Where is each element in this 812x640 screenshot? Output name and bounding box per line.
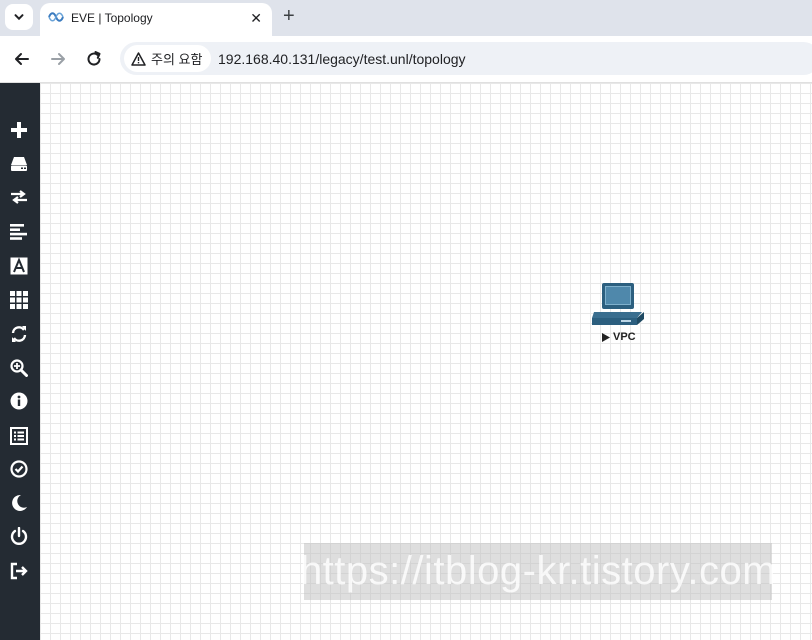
topology-node-vpc[interactable]: VPC [591, 280, 651, 346]
security-chip[interactable]: 주의 요함 [124, 45, 212, 72]
hdd-icon [11, 157, 27, 171]
sidebar-item-close-lab[interactable] [9, 526, 29, 546]
new-tab-button[interactable]: + [283, 6, 295, 26]
watermark: https://itblog-kr.tistory.com [300, 543, 776, 600]
info-icon [10, 392, 28, 410]
browser-toolbar: 주의 요함 192.168.40.131/legacy/test.unl/top… [0, 36, 812, 83]
warning-icon [131, 51, 146, 66]
back-arrow-icon[interactable] [12, 49, 32, 69]
eve-logo-icon [48, 12, 64, 22]
tab-search-button[interactable] [5, 4, 33, 30]
sidebar-item-nodes[interactable] [9, 154, 29, 174]
tab-close-button[interactable]: ✕ [250, 10, 262, 27]
browser-tab[interactable]: EVE | Topology ✕ [40, 3, 272, 36]
zoom-in-icon [10, 359, 28, 377]
sidebar-item-add-object[interactable] [9, 120, 29, 140]
sidebar-item-lock-lab[interactable] [9, 459, 29, 479]
tab-title: EVE | Topology [71, 11, 153, 25]
sign-out-icon [10, 562, 28, 580]
computer-icon [592, 283, 644, 325]
plus-icon [11, 122, 27, 138]
sidebar-item-refresh[interactable] [9, 324, 29, 344]
eve-sidebar [0, 83, 40, 640]
exchange-icon [11, 190, 27, 204]
address-bar[interactable]: 주의 요함 192.168.40.131/legacy/test.unl/top… [120, 42, 812, 75]
power-icon [10, 527, 28, 545]
node-label: VPC [602, 331, 636, 343]
sidebar-item-status[interactable] [9, 391, 29, 411]
url-text[interactable]: 192.168.40.131/legacy/test.unl/topology [218, 51, 466, 67]
moon-icon [12, 494, 27, 511]
node-name: VPC [613, 331, 636, 343]
security-label: 주의 요함 [151, 52, 203, 67]
grid-icon [10, 291, 28, 309]
watermark-text: https://itblog-kr.tistory.com [299, 549, 777, 593]
forward-arrow-icon[interactable] [48, 49, 68, 69]
sidebar-item-startup-configs[interactable] [9, 222, 29, 242]
list-icon [10, 427, 28, 445]
play-icon [602, 332, 610, 342]
sidebar-item-dark-mode[interactable] [9, 493, 29, 513]
font-icon [10, 257, 28, 275]
sidebar-item-zoom[interactable] [9, 358, 29, 378]
refresh-icon [11, 326, 27, 342]
browser-tab-strip: EVE | Topology ✕ + [0, 0, 812, 36]
reload-icon[interactable] [84, 49, 104, 69]
chevron-down-icon [14, 14, 24, 21]
sidebar-item-networks[interactable] [9, 187, 29, 207]
topology-canvas[interactable]: VPC https://itblog-kr.tistory.com [40, 83, 812, 640]
sidebar-item-lab-details[interactable] [9, 426, 29, 446]
check-circle-icon [10, 460, 28, 478]
align-left-icon [10, 224, 27, 240]
sidebar-item-logout[interactable] [9, 561, 29, 581]
sidebar-item-text-objects[interactable] [9, 256, 29, 276]
sidebar-item-layout[interactable] [9, 290, 29, 310]
